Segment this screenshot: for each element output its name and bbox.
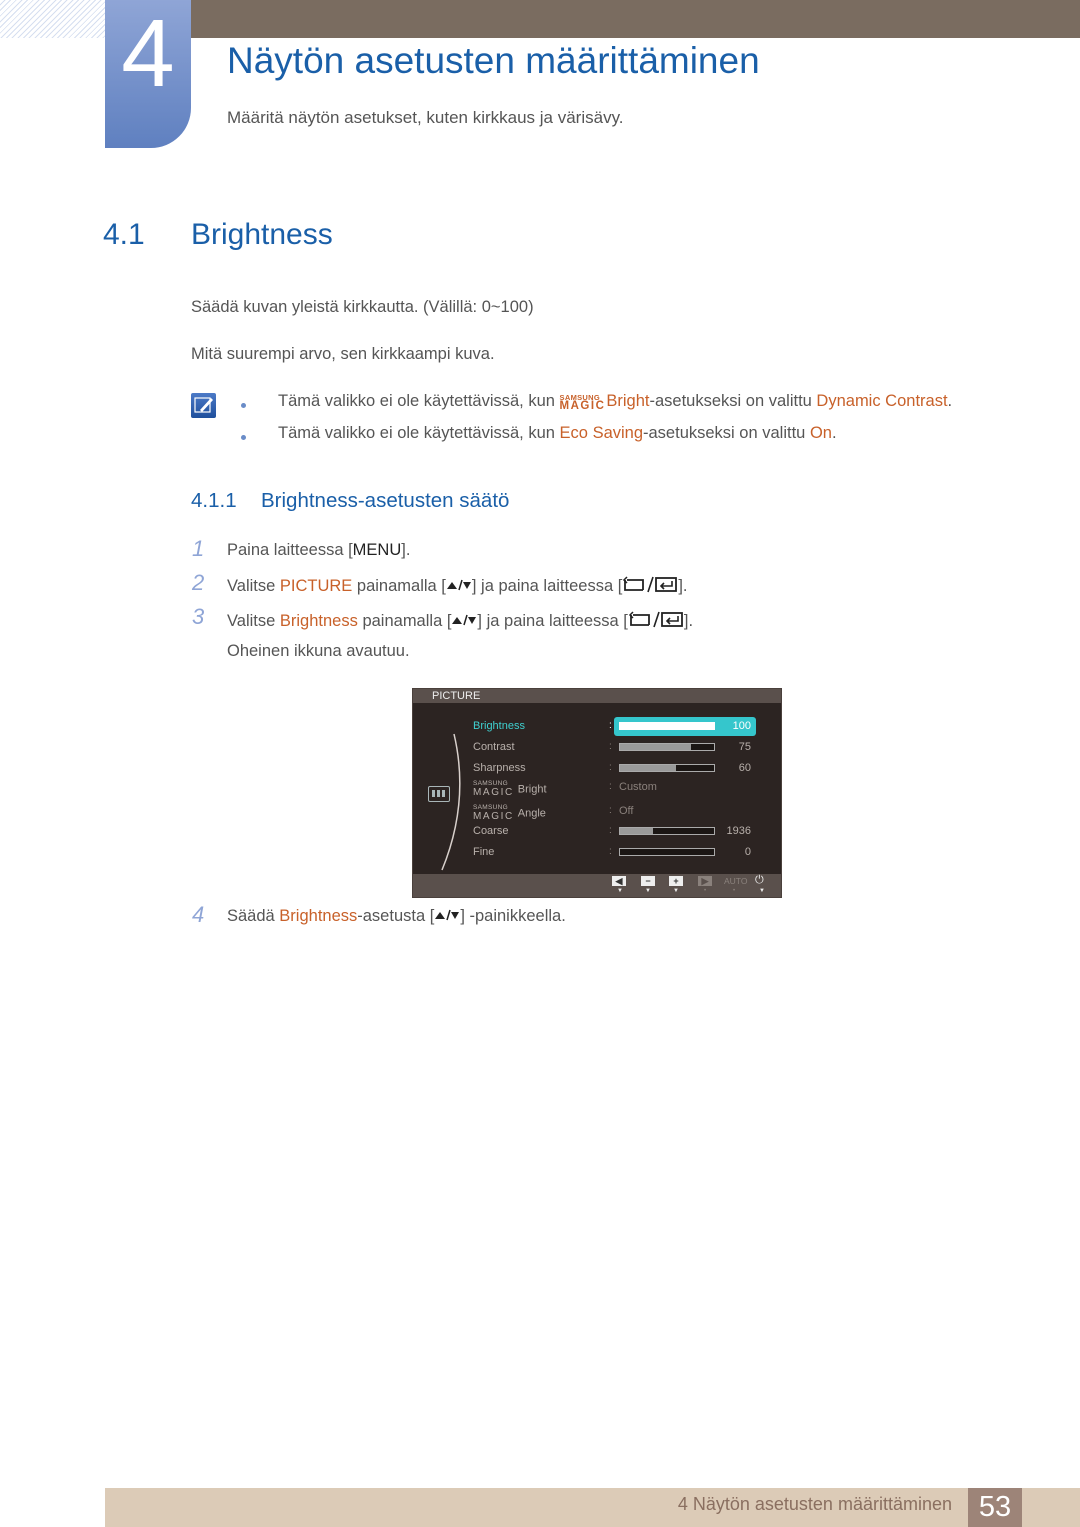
osd-slider-fill [620,765,677,771]
note-item: Tämä valikko ei ole käytettävissä, kun S… [278,392,952,413]
osd-separator: : [609,781,612,792]
arrow-down-icon: ▼ [645,888,651,894]
section-number: 4.1 [103,218,145,251]
footer-chapter-title: 4 Näytön asetusten määrittäminen [677,1494,952,1514]
note-text: -asetukseksi on valittu [649,392,817,410]
source-enter-icon [622,575,678,598]
up-down-arrows-icon [446,577,472,596]
subsection-number: 4.1.1 [191,489,237,512]
osd-item-label: SAMSUNG MAGIC Angle [473,804,546,822]
osd-left-button[interactable]: ◀ [612,876,626,886]
note-highlight: Bright [606,392,650,410]
chapter-title: Näytön asetusten määrittäminen [227,40,760,81]
osd-value: 0 [744,846,751,858]
step-highlight: PICTURE [279,576,353,595]
osd-value: 75 [738,741,751,753]
osd-curve-decoration [441,733,461,871]
paragraph-range: Säädä kuvan yleistä kirkkautta. (Välillä… [191,298,534,316]
osd-item-label: SAMSUNG MAGIC Bright [473,780,547,798]
step-number: 3 [192,604,205,629]
osd-separator: : [609,741,612,752]
note-text: -asetukseksi on valittu [643,424,810,442]
osd-item-label: Fine [473,846,495,858]
step-highlight: Brightness [279,907,358,925]
note-icon [191,393,216,418]
step-number: 1 [192,536,205,561]
osd-value: 100 [732,720,751,732]
osd-value: Off [619,805,634,817]
osd-slider[interactable] [619,827,715,835]
up-down-arrows-icon [451,612,477,631]
osd-value: Custom [619,781,657,793]
osd-value: 60 [738,762,751,774]
osd-plus-button[interactable]: + [669,876,683,886]
osd-slider[interactable] [619,743,715,751]
header-bar [190,0,1080,38]
arrow-down-icon: ▼ [617,888,623,894]
step-4: Säädä Brightness-asetusta [] -painikkeel… [227,907,566,926]
osd-separator: : [609,720,612,731]
header-hatch-decoration [0,0,105,38]
note-value: On [809,424,832,442]
step-followup: Oheinen ikkuna avautuu. [227,642,410,660]
note-end: . [831,424,837,442]
note-highlight: Eco Saving [559,424,644,442]
bullet-icon [241,435,246,440]
step-2: Valitse PICTURE painamalla [] ja paina l… [227,575,687,598]
note-text: Tämä valikko ei ole käytettävissä, kun [278,392,560,410]
osd-slider[interactable] [619,764,715,772]
bullet-icon [241,403,246,408]
osd-value: 1936 [726,825,751,837]
osd-picture-category-icon [428,786,450,802]
osd-separator: : [609,825,612,836]
chapter-number-badge: 4 [105,0,191,148]
arrow-down-icon: ▼ [673,888,679,894]
up-down-arrows-icon [434,907,460,926]
subsection-heading: 4.1.1 Brightness-asetusten säätö [191,489,509,513]
osd-slider[interactable] [619,848,715,856]
paragraph-description: Mitä suurempi arvo, sen kirkkaampi kuva. [191,345,495,363]
osd-slider-fill [620,828,653,834]
step-highlight: Brightness [279,611,358,630]
note-value: Dynamic Contrast [816,392,948,410]
osd-slider-fill [620,723,714,729]
magic-logo: SAMSUNG MAGIC [559,392,606,412]
osd-minus-button[interactable]: − [641,876,655,886]
osd-item-label: Contrast [473,741,515,753]
dot-icon: • [733,888,736,894]
osd-header: PICTURE [413,689,781,703]
dot-icon: • [704,888,707,894]
arrow-down-icon: ▼ [759,888,765,894]
note-text: Tämä valikko ei ole käytettävissä, kun [278,424,560,442]
chapter-subtitle: Määritä näytön asetukset, kuten kirkkaus… [227,108,624,127]
osd-slider[interactable] [619,722,715,730]
magic-logo: SAMSUNG MAGIC [473,780,514,798]
page-number: 53 [968,1488,1022,1527]
note-item: Tämä valikko ei ole käytettävissä, kun E… [278,424,837,443]
subsection-title: Brightness-asetusten säätö [261,489,510,512]
menu-key: MENU [352,541,402,559]
section-title: Brightness [191,218,333,251]
note-end: . [947,392,953,410]
osd-item-label: Brightness [473,720,525,732]
osd-auto-button[interactable]: AUTO [724,876,747,886]
osd-separator: : [609,846,612,857]
power-icon[interactable]: ⏻ [755,874,764,887]
osd-play-button[interactable]: ▶ [698,876,712,886]
osd-separator: : [609,805,612,816]
osd-slider-fill [620,744,691,750]
source-enter-icon [628,610,684,633]
osd-item-label: Coarse [473,825,509,837]
osd-separator: : [609,762,612,773]
step-3: Valitse Brightness painamalla [] ja pain… [227,610,693,633]
osd-item-label: Sharpness [473,762,526,774]
magic-logo: SAMSUNG MAGIC [473,804,514,822]
step-number: 4 [192,902,205,927]
step-number: 2 [192,570,205,595]
step-1: Paina laitteessa [MENU]. [227,541,411,559]
